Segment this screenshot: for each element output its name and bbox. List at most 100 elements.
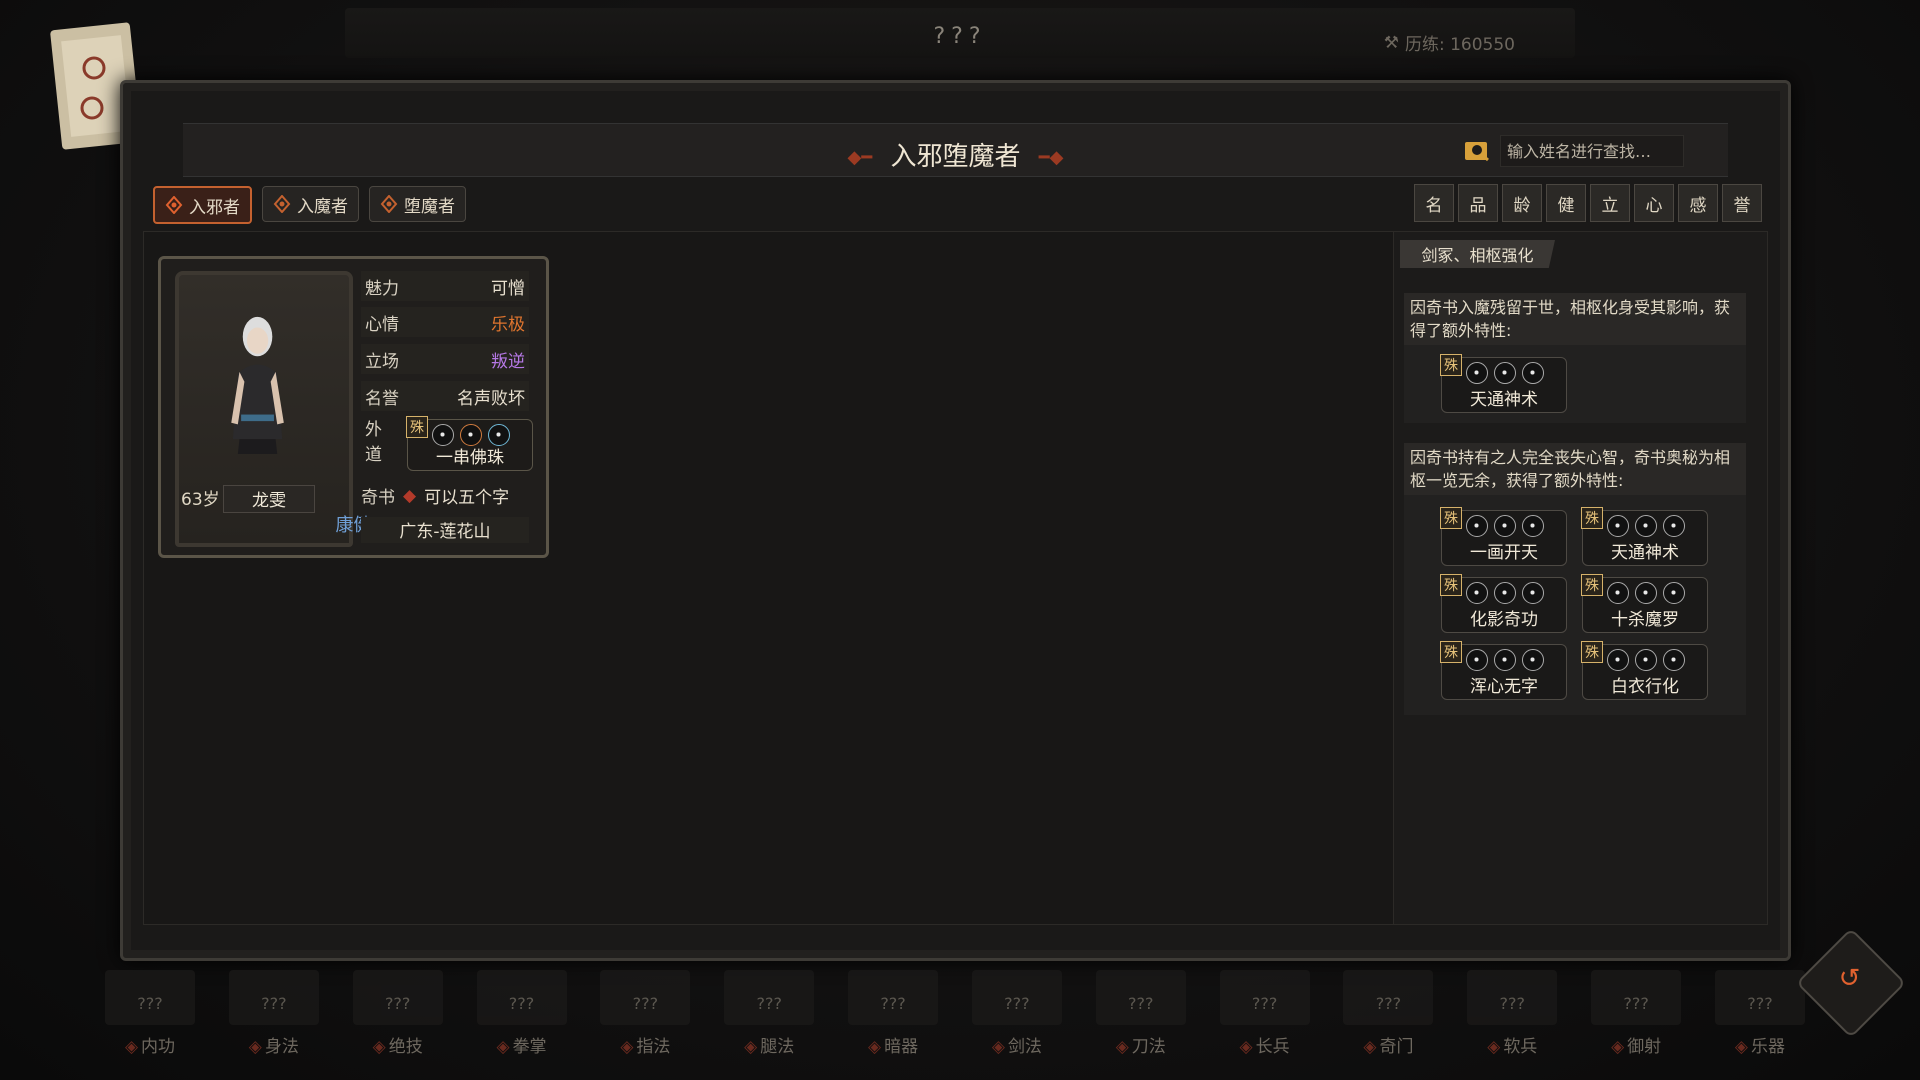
attr-mood: 心情 乐极: [361, 307, 529, 337]
trait-name: 一画开天: [1470, 543, 1538, 563]
special-badge: 殊: [1440, 507, 1462, 529]
character-portrait: [231, 316, 284, 454]
tab-label: 入魔者: [297, 196, 348, 217]
trait-icons: [1466, 649, 1544, 671]
waidao-label: 外道: [365, 420, 382, 465]
return-icon: ↺: [1838, 963, 1861, 994]
sort-health-button[interactable]: 健: [1546, 184, 1586, 222]
trait-icons: [1607, 582, 1685, 604]
sort-mood-button[interactable]: 心: [1634, 184, 1674, 222]
experience-icon: ⚒: [1383, 32, 1399, 53]
sort-grade-button[interactable]: 品: [1458, 184, 1498, 222]
character-name: 龙雯: [223, 485, 315, 513]
special-badge: 殊: [1581, 641, 1603, 663]
character-card[interactable]: 63岁 龙雯 康健 魅力 可憎 心情 乐极 立场 叛逆 名誉 名声败坏 外道 殊…: [158, 256, 549, 558]
attr-fame: 名誉 名声败坏: [361, 381, 529, 411]
attr-label: 心情: [365, 314, 399, 335]
sort-bar: 名 品 龄 健 立 心 感 誉: [1414, 184, 1762, 222]
category-tabs: 入邪者 入魔者 堕魔者: [153, 186, 466, 224]
top-bar: ??? ⚒ 历练: 160550: [345, 8, 1575, 58]
skill-slot-anqi[interactable]: ??? ◈ 暗器: [838, 970, 948, 1070]
attr-charm: 魅力 可憎: [361, 271, 529, 301]
title-deco-left-icon: ◆━: [847, 147, 873, 168]
trait-name: 十杀魔罗: [1611, 610, 1679, 630]
waidao-item[interactable]: 殊 一串佛珠: [406, 416, 533, 471]
trait-name: 浑心无字: [1470, 677, 1538, 697]
special-badge: 殊: [1440, 354, 1462, 376]
character-location: 广东-莲花山: [361, 517, 529, 543]
tab-ruxie[interactable]: 入邪者: [153, 186, 252, 224]
skill-slot-jueji[interactable]: ??? ◈ 绝技: [343, 970, 453, 1070]
attr-label: 立场: [365, 351, 399, 372]
demon-icon: [273, 195, 291, 213]
trait-card[interactable]: 殊 十杀魔罗: [1581, 574, 1708, 633]
trait-name: 天通神术: [1611, 543, 1679, 563]
tab-duomo[interactable]: 堕魔者: [369, 186, 466, 222]
demon-icon: [165, 196, 183, 214]
special-badge: 殊: [1440, 574, 1462, 596]
special-badge: 殊: [406, 416, 428, 438]
attr-stance: 立场 叛逆: [361, 344, 529, 374]
attr-label: 名誉: [365, 388, 399, 409]
trait-card[interactable]: 殊 浑心无字: [1440, 641, 1567, 700]
skill-slot-jianfa[interactable]: ??? ◈ 剑法: [962, 970, 1072, 1070]
skill-slot-daofa[interactable]: ??? ◈ 刀法: [1086, 970, 1196, 1070]
trait-icons: [1466, 582, 1544, 604]
trait-name: 化影奇功: [1470, 610, 1538, 630]
skill-slot-yushe[interactable]: ??? ◈ 御射: [1581, 970, 1691, 1070]
detail-header: 剑冢、相枢强化: [1400, 240, 1555, 268]
demon-icon: [380, 195, 398, 213]
trait-description-1: 因奇书入魔残留于世，相枢化身受其影响，获得了额外特性:: [1404, 293, 1746, 345]
special-badge: 殊: [1581, 507, 1603, 529]
special-badge: 殊: [1440, 641, 1462, 663]
skill-slot-changbing[interactable]: ??? ◈ 长兵: [1210, 970, 1320, 1070]
experience-counter: ⚒ 历练: 160550: [1383, 30, 1515, 56]
search-box: [1464, 135, 1684, 167]
skill-slot-qimen[interactable]: ??? ◈ 奇门: [1333, 970, 1443, 1070]
skill-slot-shenfa[interactable]: ??? ◈ 身法: [219, 970, 329, 1070]
trait-card[interactable]: 殊 化影奇功: [1440, 574, 1567, 633]
trait-group-1: 殊 天通神术: [1404, 345, 1746, 423]
trait-card[interactable]: 殊 天通神术: [1440, 354, 1567, 413]
experience-label: 历练: 160550: [1404, 35, 1515, 55]
qishu-gem-icon: ◆: [403, 485, 417, 506]
title-bar: ◆━ 入邪堕魔者 ━◆: [183, 123, 1728, 177]
trait-name: 白衣行化: [1611, 677, 1679, 697]
item-name: 一串佛珠: [436, 448, 504, 468]
qishu-value: 可以五个字: [424, 488, 510, 508]
trait-card[interactable]: 殊 天通神术: [1581, 507, 1708, 566]
tab-label: 入邪者: [189, 197, 240, 218]
tab-rumo[interactable]: 入魔者: [262, 186, 359, 222]
search-icon[interactable]: [1464, 139, 1492, 163]
trait-card[interactable]: 殊 白衣行化: [1581, 641, 1708, 700]
special-badge: 殊: [1581, 574, 1603, 596]
sort-favor-button[interactable]: 感: [1678, 184, 1718, 222]
skill-slot-tuifa[interactable]: ??? ◈ 腿法: [714, 970, 824, 1070]
sort-stance-button[interactable]: 立: [1590, 184, 1630, 222]
skill-slot-ruanbing[interactable]: ??? ◈ 软兵: [1457, 970, 1567, 1070]
trait-icons: [1466, 515, 1544, 537]
panel-title-text: 入邪堕魔者: [890, 142, 1021, 172]
search-input[interactable]: [1500, 135, 1684, 167]
attr-value: 乐极: [491, 314, 525, 335]
trait-card[interactable]: 殊 一画开天: [1440, 507, 1567, 566]
skill-slot-neigong[interactable]: ??? ◈ 内功: [95, 970, 205, 1070]
sort-name-button[interactable]: 名: [1414, 184, 1454, 222]
skill-slot-quanzhang[interactable]: ??? ◈ 拳掌: [467, 970, 577, 1070]
trait-group-2: 殊 一画开天 殊 天通神术 殊 化影奇功 殊 十杀魔罗 殊 浑心无字 殊 白衣行…: [1404, 495, 1746, 715]
trait-icons: [1607, 515, 1685, 537]
attr-value: 可憎: [491, 278, 525, 299]
trait-icons: [1466, 362, 1544, 384]
sort-fame-button[interactable]: 誉: [1722, 184, 1762, 222]
tab-label: 堕魔者: [404, 196, 455, 217]
trait-description-2: 因奇书持有之人完全丧失心智，奇书奥秘为相枢一览无余，获得了额外特性:: [1404, 443, 1746, 495]
attr-value: 叛逆: [491, 351, 525, 372]
skill-category-bar: ??? ◈ 内功 ??? ◈ 身法 ??? ◈ 绝技 ??? ◈ 拳掌 ??? ◈ 指法 ??? ◈ 腿…: [95, 970, 1815, 1070]
attr-label: 魅力: [365, 278, 399, 299]
sort-age-button[interactable]: 龄: [1502, 184, 1542, 222]
trait-icons: [1607, 649, 1685, 671]
skill-slot-zhifa[interactable]: ??? ◈ 指法: [590, 970, 700, 1070]
attr-value: 名声败坏: [457, 388, 525, 409]
character-age: 63岁: [181, 490, 220, 510]
qishu-label: 奇书: [361, 488, 395, 508]
